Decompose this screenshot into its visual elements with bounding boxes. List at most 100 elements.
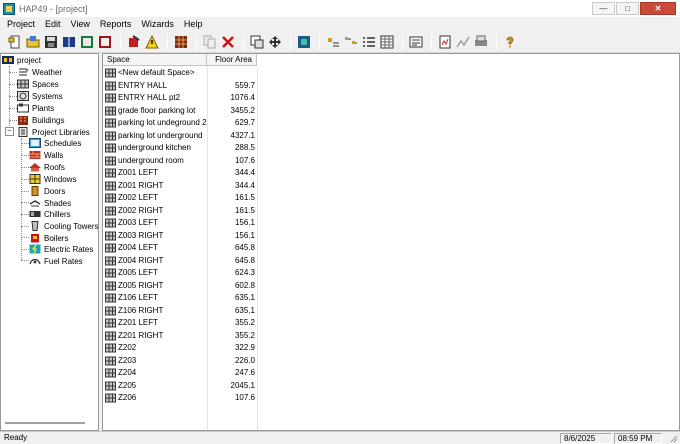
- table-row[interactable]: Z005 RIGHT 602.8: [103, 280, 257, 293]
- save-icon[interactable]: [43, 34, 59, 50]
- space-name-cell: Z106 LEFT: [118, 293, 159, 302]
- new-project-icon[interactable]: [7, 34, 23, 50]
- menu-wizards[interactable]: Wizards: [136, 17, 179, 32]
- table-row[interactable]: Z002 LEFT 161.5: [103, 192, 257, 205]
- tree-item-project[interactable]: project: [2, 54, 41, 66]
- chart-icon[interactable]: [455, 34, 471, 50]
- tree-item-cooling-towers[interactable]: Cooling Towers: [29, 220, 98, 232]
- tree-item-windows[interactable]: Windows: [29, 173, 76, 185]
- summary-icon[interactable]: [408, 34, 424, 50]
- menu-edit[interactable]: Edit: [40, 17, 66, 32]
- details-view-icon[interactable]: [379, 34, 395, 50]
- space-icon: [105, 206, 116, 215]
- table-row[interactable]: Z001 LEFT 344.4: [103, 167, 257, 180]
- space-icon: [105, 281, 116, 290]
- menu-project[interactable]: Project: [2, 17, 40, 32]
- table-row[interactable]: Z206 107.6: [103, 392, 257, 405]
- tree-item-electric-rates[interactable]: Electric Rates: [29, 243, 93, 255]
- table-row[interactable]: Z205 2045.1: [103, 380, 257, 393]
- report-icon[interactable]: [97, 34, 113, 50]
- table-row[interactable]: ENTRY HALL 559.7: [103, 80, 257, 93]
- floor-area-cell: 288.5: [234, 143, 255, 152]
- floor-area-cell: 161.5: [234, 205, 255, 215]
- window-title: HAP49 - [project]: [19, 3, 88, 14]
- table-row[interactable]: grade floor parking lot 3455.2: [103, 105, 257, 118]
- tree-item-chillers[interactable]: Chillers: [29, 208, 71, 220]
- resize-grip-icon[interactable]: [668, 433, 678, 443]
- space-icon: [105, 156, 116, 165]
- properties-icon[interactable]: [249, 34, 265, 50]
- table-row[interactable]: Z201 RIGHT 355.2: [103, 330, 257, 343]
- warning-icon[interactable]: [144, 34, 160, 50]
- tree-item-schedules[interactable]: Schedules: [29, 137, 81, 149]
- table-row[interactable]: Z106 RIGHT 635.1: [103, 305, 257, 318]
- tree-item-systems[interactable]: Systems: [17, 90, 63, 102]
- close-button[interactable]: ✕: [640, 2, 676, 15]
- table-row[interactable]: Z003 RIGHT 156.1: [103, 230, 257, 243]
- table-row[interactable]: Z106 LEFT 635.1: [103, 292, 257, 305]
- column-header-floor-area[interactable]: Floor Area: [207, 54, 257, 66]
- library-icon[interactable]: [61, 34, 77, 50]
- floor-area-cell: 3455.2: [230, 105, 255, 115]
- minimize-button[interactable]: —: [592, 2, 615, 15]
- table-row[interactable]: Z001 RIGHT 344.4: [103, 180, 257, 193]
- open-icon[interactable]: [25, 34, 41, 50]
- table-row[interactable]: Z204 247.6: [103, 367, 257, 380]
- space-name-cell: underground kitchen: [118, 143, 191, 152]
- tree-item-doors[interactable]: Doors: [29, 185, 65, 197]
- tree-label-fuel-rates: Fuel Rates: [44, 256, 83, 266]
- copy-icon[interactable]: [202, 34, 218, 50]
- table-row[interactable]: Z002 RIGHT 161.5: [103, 205, 257, 218]
- table-row[interactable]: Z201 LEFT 355.2: [103, 317, 257, 330]
- collapse-toggle[interactable]: −: [5, 127, 14, 136]
- tree-item-spaces[interactable]: Spaces: [17, 78, 59, 90]
- table-row[interactable]: Z202 322.9: [103, 342, 257, 355]
- table-row[interactable]: ENTRY HALL pt2 1076.4: [103, 92, 257, 105]
- table-row[interactable]: Z003 LEFT 156.1: [103, 217, 257, 230]
- tree-item-walls[interactable]: Walls: [29, 149, 63, 161]
- app-icon: [3, 2, 15, 15]
- menu-reports[interactable]: Reports: [95, 17, 137, 32]
- cut-icon[interactable]: [126, 34, 142, 50]
- menu-help[interactable]: Help: [179, 17, 208, 32]
- space-name-cell: <New default Space>: [118, 68, 195, 77]
- menu-view[interactable]: View: [66, 17, 95, 32]
- tree-item-fuel-rates[interactable]: Fuel Rates: [29, 255, 83, 267]
- buildings-icon: [18, 116, 28, 125]
- table-row[interactable]: Z005 LEFT 624.3: [103, 267, 257, 280]
- table-row[interactable]: parking lot underground 4327.1: [103, 130, 257, 143]
- tree-item-buildings[interactable]: Buildings: [17, 114, 64, 126]
- table-row[interactable]: Z004 LEFT 645.8: [103, 242, 257, 255]
- column-header-space[interactable]: Space: [103, 54, 207, 66]
- tree-item-weather[interactable]: Weather: [17, 66, 62, 78]
- building-view-icon[interactable]: [296, 34, 312, 50]
- table-row[interactable]: parking lot undeground 2 629.7: [103, 117, 257, 130]
- move-icon[interactable]: [267, 34, 283, 50]
- table-row[interactable]: underground kitchen 288.5: [103, 142, 257, 155]
- grid-icon[interactable]: [173, 34, 189, 50]
- delete-icon[interactable]: [220, 34, 236, 50]
- large-icons-icon[interactable]: [325, 34, 341, 50]
- table-row[interactable]: <New default Space>: [103, 67, 257, 80]
- print-icon[interactable]: [473, 34, 489, 50]
- table-row[interactable]: Z004 RIGHT 645.8: [103, 255, 257, 268]
- tree-item-roofs[interactable]: Roofs: [29, 161, 65, 173]
- table-row[interactable]: Z203 226.0: [103, 355, 257, 368]
- toolbar-separator: [496, 34, 497, 50]
- tree-horizontal-scrollbar[interactable]: [5, 422, 85, 424]
- list-view-icon[interactable]: [361, 34, 377, 50]
- table-row[interactable]: underground room 107.6: [103, 155, 257, 168]
- small-icons-icon[interactable]: [343, 34, 359, 50]
- archive-icon[interactable]: [79, 34, 95, 50]
- doors-icon: [31, 186, 39, 196]
- calculate-icon[interactable]: [437, 34, 453, 50]
- space-icon: [105, 131, 116, 140]
- space-name-cell: Z005 RIGHT: [118, 280, 164, 290]
- tree-item-plants[interactable]: Plants: [17, 102, 54, 114]
- maximize-button[interactable]: □: [616, 2, 639, 15]
- space-icon: [105, 368, 116, 378]
- space-icon: [105, 231, 116, 240]
- help-icon[interactable]: [502, 34, 518, 50]
- spaces-table: Space Floor Area <New default Space> ENTR…: [102, 53, 680, 431]
- space-icon: [105, 143, 116, 153]
